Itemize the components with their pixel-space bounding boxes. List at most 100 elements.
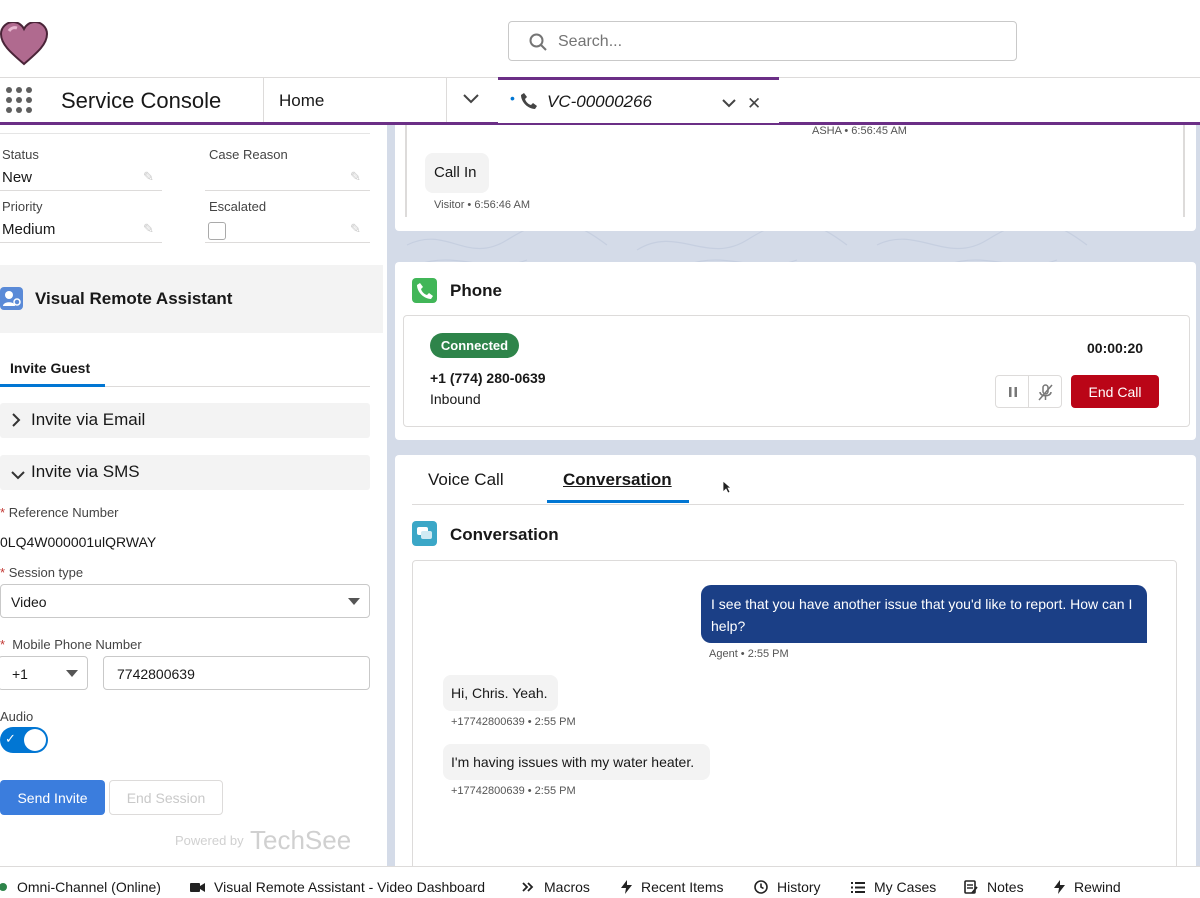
pencil-icon[interactable]: ✎ — [350, 169, 361, 185]
navigation-bar: Service Console Home • VC-00000266 ✕ — [0, 77, 1200, 125]
mute-button[interactable] — [1028, 375, 1062, 408]
search-placeholder: Search... — [558, 33, 623, 50]
audio-label: Audio — [0, 709, 34, 724]
clock-icon — [754, 880, 768, 894]
pause-button[interactable] — [995, 375, 1029, 408]
tab-case-vc[interactable]: • VC-00000266 ✕ — [498, 77, 779, 123]
chevron-down-icon[interactable] — [722, 95, 736, 111]
chevron-down-icon[interactable] — [462, 92, 480, 108]
notes-icon — [964, 880, 978, 894]
customer-message: Hi, Chris. Yeah. — [443, 675, 558, 711]
tab-case-label: VC-00000266 — [547, 92, 652, 111]
list-icon — [851, 881, 865, 893]
pause-icon — [1009, 387, 1017, 397]
video-icon — [190, 882, 205, 893]
dropdown-arrow-icon — [348, 598, 360, 605]
mobile-phone-input[interactable]: 7742800639 — [103, 656, 370, 690]
escalated-checkbox[interactable] — [208, 222, 226, 240]
transcript-header-meta: ASHA • 6:56:45 AM — [812, 125, 907, 137]
app-name: Service Console — [61, 88, 222, 113]
customer-message-meta: +17742800639 • 2:55 PM — [451, 785, 576, 797]
macros-icon — [522, 882, 535, 892]
agent-message: I see that you have another issue that y… — [701, 585, 1147, 643]
priority-label: Priority — [2, 199, 43, 214]
utility-macros[interactable]: Macros — [522, 879, 590, 895]
cursor-icon — [722, 480, 733, 497]
status-dot-icon — [0, 882, 8, 892]
status-label: Status — [2, 147, 39, 162]
heart-logo-icon[interactable] — [0, 20, 49, 66]
call-in-message: Call In — [425, 153, 489, 193]
bolt-icon — [1054, 880, 1065, 894]
vra-title: Visual Remote Assistant — [35, 289, 233, 308]
call-in-meta: Visitor • 6:56:46 AM — [434, 199, 530, 211]
utility-notes[interactable]: Notes — [964, 879, 1024, 895]
invite-email-label: Invite via Email — [31, 410, 146, 429]
customer-message: I'm having issues with my water heater. — [443, 744, 710, 780]
tab-home[interactable]: Home — [279, 91, 324, 111]
close-icon[interactable]: ✕ — [747, 94, 761, 114]
tab-conversation[interactable]: Conversation — [563, 470, 672, 490]
phone-title: Phone — [450, 281, 502, 300]
status-value: New — [2, 169, 33, 186]
escalated-label: Escalated — [209, 199, 267, 214]
call-timer: 00:00:20 — [1087, 340, 1144, 356]
invite-email-accordion[interactable]: Invite via Email — [0, 403, 370, 438]
session-type-select[interactable]: Video — [0, 584, 370, 618]
customer-message-meta: +17742800639 • 2:55 PM — [451, 716, 576, 728]
conversation-card: Conversation — [395, 455, 1196, 880]
conversation-title: Conversation — [450, 525, 559, 544]
pencil-icon[interactable]: ✎ — [143, 169, 154, 185]
session-type-label: Session type — [8, 565, 84, 580]
reference-number-label: Reference Number — [8, 505, 119, 520]
invite-sms-accordion[interactable]: Invite via SMS — [0, 455, 370, 490]
conversation-icon — [412, 521, 437, 546]
utility-bar: Omni-Channel (Online) Visual Remote Assi… — [0, 866, 1200, 898]
utility-rewind[interactable]: Rewind — [1054, 879, 1121, 895]
techsee-logo: TechSee — [250, 825, 352, 855]
country-code-value: +1 — [12, 666, 28, 682]
caller-number: +1 (774) 280-0639 — [430, 370, 546, 386]
active-tab-indicator — [547, 500, 689, 503]
call-direction: Inbound — [430, 391, 481, 407]
left-panel: Status New ✎ Case Reason ✎ Priority Medi… — [0, 125, 383, 866]
pencil-icon[interactable]: ✎ — [143, 221, 154, 237]
end-call-button[interactable]: End Call — [1071, 375, 1159, 408]
mute-icon — [1038, 384, 1053, 401]
global-header: Search... — [0, 0, 1200, 78]
case-reason-label: Case Reason — [209, 147, 288, 162]
priority-value: Medium — [2, 221, 56, 238]
utility-my-cases[interactable]: My Cases — [851, 879, 936, 895]
app-launcher-icon[interactable] — [6, 87, 32, 113]
powered-by-label: Powered by — [175, 833, 244, 848]
utility-recent-items[interactable]: Recent Items — [621, 879, 723, 895]
check-icon: ✓ — [5, 731, 16, 746]
tab-voice-call[interactable]: Voice Call — [428, 470, 504, 490]
phone-icon — [520, 92, 538, 115]
connected-badge: Connected — [430, 333, 519, 358]
chevron-right-icon — [11, 413, 21, 430]
chevron-down-icon — [11, 467, 25, 483]
vra-icon — [0, 287, 23, 310]
phone-icon — [412, 278, 437, 303]
country-code-select[interactable]: +1 — [0, 656, 88, 690]
session-type-value: Video — [11, 594, 47, 610]
global-search[interactable]: Search... — [508, 21, 1017, 61]
invite-sms-label: Invite via SMS — [31, 462, 140, 481]
search-icon — [529, 33, 547, 54]
audio-toggle[interactable]: ✓ — [0, 727, 48, 753]
send-invite-button[interactable]: Send Invite — [0, 780, 105, 815]
mobile-phone-value: 7742800639 — [117, 666, 195, 682]
mobile-phone-label: Mobile Phone Number — [12, 637, 142, 652]
pencil-icon[interactable]: ✎ — [350, 221, 361, 237]
agent-message-meta: Agent • 2:55 PM — [709, 648, 789, 660]
utility-vra-dashboard[interactable]: Visual Remote Assistant - Video Dashboar… — [190, 879, 485, 895]
utility-omni-channel[interactable]: Omni-Channel (Online) — [0, 879, 161, 895]
dropdown-arrow-icon — [66, 670, 78, 677]
transcript-card: ASHA • 6:56:45 AM Call In Visitor • 6:56… — [395, 125, 1196, 231]
end-session-button[interactable]: End Session — [109, 780, 223, 815]
reference-number-value: 0LQ4W000001ulQRWAY — [0, 534, 157, 550]
bolt-icon — [621, 880, 632, 894]
tab-invite-guest[interactable]: Invite Guest — [10, 360, 90, 376]
utility-history[interactable]: History — [754, 879, 821, 895]
